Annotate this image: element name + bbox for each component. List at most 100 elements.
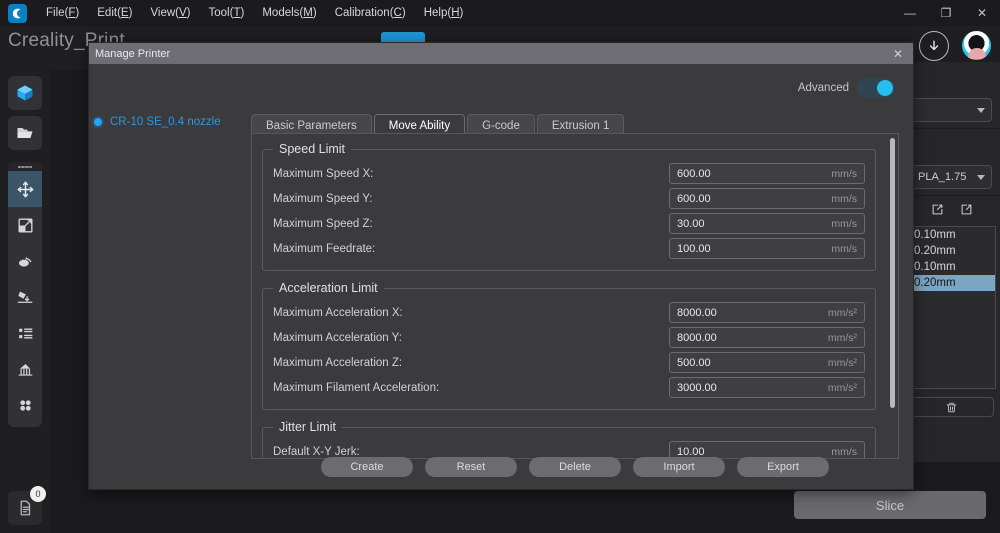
dialog-body: Advanced CR-10 SE_0.4 nozzle Basic Param… bbox=[89, 64, 913, 491]
setting-value: 600.00 bbox=[677, 192, 711, 205]
maximize-button[interactable]: ❐ bbox=[928, 0, 964, 26]
support-tool-icon[interactable] bbox=[8, 351, 42, 387]
settings-scroll-area: Speed Limit Maximum Speed X: 600.00 mm/s… bbox=[252, 134, 898, 458]
import-preset-icon[interactable] bbox=[930, 202, 945, 222]
menu-item-tool[interactable]: Tool(T) bbox=[200, 4, 254, 22]
group-acceleration-limit: Acceleration Limit Maximum Acceleration … bbox=[262, 281, 876, 410]
array-tool-icon[interactable] bbox=[8, 387, 42, 423]
menu-item-file[interactable]: File(F) bbox=[37, 4, 88, 22]
open-folder-icon[interactable] bbox=[8, 116, 42, 150]
setting-label: Default X-Y Jerk: bbox=[273, 445, 360, 458]
list-tool-icon[interactable] bbox=[8, 315, 42, 351]
menu-label-file: File bbox=[46, 7, 65, 19]
group-title-speed-limit: Speed Limit bbox=[279, 142, 346, 156]
rotate-tool-icon[interactable] bbox=[8, 243, 42, 279]
list-item[interactable]: 0.10mm bbox=[908, 259, 995, 275]
setting-label: Maximum Feedrate: bbox=[273, 242, 376, 255]
layer-height-list[interactable]: 0.10mm 0.20mm 0.10mm 0.20mm bbox=[907, 226, 996, 389]
group-speed-limit: Speed Limit Maximum Speed X: 600.00 mm/s… bbox=[262, 142, 876, 271]
setting-row: Maximum Feedrate: 100.00 mm/s bbox=[273, 237, 865, 260]
menu-label-view: View bbox=[150, 7, 176, 19]
dialog-button-bar: Create Reset Delete Import Export bbox=[251, 457, 899, 477]
import-button[interactable]: Import bbox=[633, 457, 725, 477]
scale-tool-icon[interactable] bbox=[8, 207, 42, 243]
settings-scrollbar[interactable] bbox=[890, 138, 895, 456]
setting-input-maximum-speed-z[interactable]: 30.00 mm/s bbox=[669, 213, 865, 234]
setting-input-maximum-feedrate[interactable]: 100.00 mm/s bbox=[669, 238, 865, 259]
material-select-value: PLA_1.75 bbox=[918, 171, 967, 183]
group-title-acceleration-limit: Acceleration Limit bbox=[279, 281, 378, 295]
menu-accel-tool: T bbox=[233, 7, 241, 19]
setting-input-maximum-speed-y[interactable]: 600.00 mm/s bbox=[669, 188, 865, 209]
setting-label: Maximum Filament Acceleration: bbox=[273, 381, 440, 394]
close-icon[interactable]: ✕ bbox=[889, 47, 907, 61]
setting-row: Maximum Speed Z: 30.00 mm/s bbox=[273, 212, 865, 235]
menu-item-edit[interactable]: Edit(E) bbox=[88, 4, 141, 22]
model-view-icon[interactable] bbox=[8, 76, 42, 110]
menu-item-calibration[interactable]: Calibration(C) bbox=[326, 4, 415, 22]
setting-row: Maximum Speed Y: 600.00 mm/s bbox=[273, 187, 865, 210]
right-settings-panel: PLA_1.75 0.10mm 0.20mm 0.10mm 0.20mm bbox=[902, 62, 1000, 462]
trash-icon[interactable] bbox=[909, 397, 994, 417]
minimize-button[interactable]: — bbox=[892, 0, 928, 26]
close-window-button[interactable]: ✕ bbox=[964, 0, 1000, 26]
menu-label-edit: Edit bbox=[97, 7, 118, 19]
export-preset-icon[interactable] bbox=[959, 202, 974, 222]
material-select[interactable]: PLA_1.75 bbox=[911, 165, 992, 189]
printer-list-item[interactable]: CR-10 SE_0.4 nozzle bbox=[94, 116, 221, 128]
export-button[interactable]: Export bbox=[737, 457, 829, 477]
menu-item-help[interactable]: Help(H) bbox=[415, 4, 473, 22]
group-title-jitter-limit: Jitter Limit bbox=[279, 420, 336, 434]
reset-button[interactable]: Reset bbox=[425, 457, 517, 477]
printer-select[interactable] bbox=[911, 98, 992, 122]
setting-value: 500.00 bbox=[677, 356, 711, 369]
menu-accel-models: M bbox=[303, 7, 313, 19]
menu-accel-file: F bbox=[68, 7, 76, 19]
window-controls: — ❐ ✕ bbox=[892, 0, 1000, 26]
setting-input-maximum-speed-x[interactable]: 600.00 mm/s bbox=[669, 163, 865, 184]
setting-unit: mm/s² bbox=[827, 356, 857, 369]
menu-accel-help: H bbox=[451, 7, 460, 19]
setting-unit: mm/s² bbox=[827, 331, 857, 344]
menu-item-models[interactable]: Models(M) bbox=[253, 4, 325, 22]
setting-label: Maximum Acceleration Z: bbox=[273, 356, 403, 369]
setting-input-maximum-acceleration-x[interactable]: 8000.00 mm/s² bbox=[669, 302, 865, 323]
preset-actions bbox=[903, 196, 1000, 226]
setting-unit: mm/s bbox=[831, 445, 857, 458]
slice-button[interactable]: Slice bbox=[794, 491, 986, 519]
list-item-selected[interactable]: 0.20mm bbox=[908, 275, 995, 291]
menu-accel-edit: E bbox=[120, 7, 129, 19]
menu-accel-calibration: C bbox=[393, 7, 402, 19]
left-sidebar: 0 bbox=[0, 70, 50, 533]
group-jitter-limit: Jitter Limit Default X-Y Jerk: 10.00 mm/… bbox=[262, 420, 876, 458]
setting-label: Maximum Speed Z: bbox=[273, 217, 373, 230]
menu-item-view[interactable]: View(V) bbox=[141, 4, 199, 22]
avatar[interactable] bbox=[961, 30, 992, 61]
list-item[interactable]: 0.20mm bbox=[908, 243, 995, 259]
dialog-title-bar[interactable]: Manage Printer ✕ bbox=[89, 43, 913, 64]
setting-value: 8000.00 bbox=[677, 331, 717, 344]
advanced-toggle[interactable] bbox=[857, 78, 895, 98]
list-item[interactable]: 0.10mm bbox=[908, 227, 995, 243]
setting-unit: mm/s bbox=[831, 242, 857, 255]
place-on-face-tool-icon[interactable] bbox=[8, 279, 42, 315]
dialog-title: Manage Printer bbox=[95, 47, 171, 60]
setting-input-maximum-acceleration-y[interactable]: 8000.00 mm/s² bbox=[669, 327, 865, 348]
settings-panel: Speed Limit Maximum Speed X: 600.00 mm/s… bbox=[251, 133, 899, 459]
printer-list-item-label: CR-10 SE_0.4 nozzle bbox=[110, 116, 221, 128]
setting-unit: mm/s bbox=[831, 167, 857, 180]
setting-input-maximum-acceleration-z[interactable]: 500.00 mm/s² bbox=[669, 352, 865, 373]
tool-group-grip[interactable] bbox=[8, 162, 42, 171]
menu-bar: File(F) Edit(E) View(V) Tool(T) Models(M… bbox=[37, 4, 472, 22]
header-right-controls bbox=[919, 30, 992, 61]
download-icon[interactable] bbox=[919, 30, 949, 61]
setting-row: Maximum Speed X: 600.00 mm/s bbox=[273, 162, 865, 185]
create-button[interactable]: Create bbox=[321, 457, 413, 477]
material-section: PLA_1.75 bbox=[903, 129, 1000, 196]
setting-value: 100.00 bbox=[677, 242, 711, 255]
setting-row: Maximum Acceleration Z: 500.00 mm/s² bbox=[273, 351, 865, 374]
move-tool-icon[interactable] bbox=[8, 171, 42, 207]
delete-button[interactable]: Delete bbox=[529, 457, 621, 477]
setting-input-maximum-filament-acceleration[interactable]: 3000.00 mm/s² bbox=[669, 377, 865, 398]
title-bar: File(F) Edit(E) View(V) Tool(T) Models(M… bbox=[0, 0, 1000, 26]
